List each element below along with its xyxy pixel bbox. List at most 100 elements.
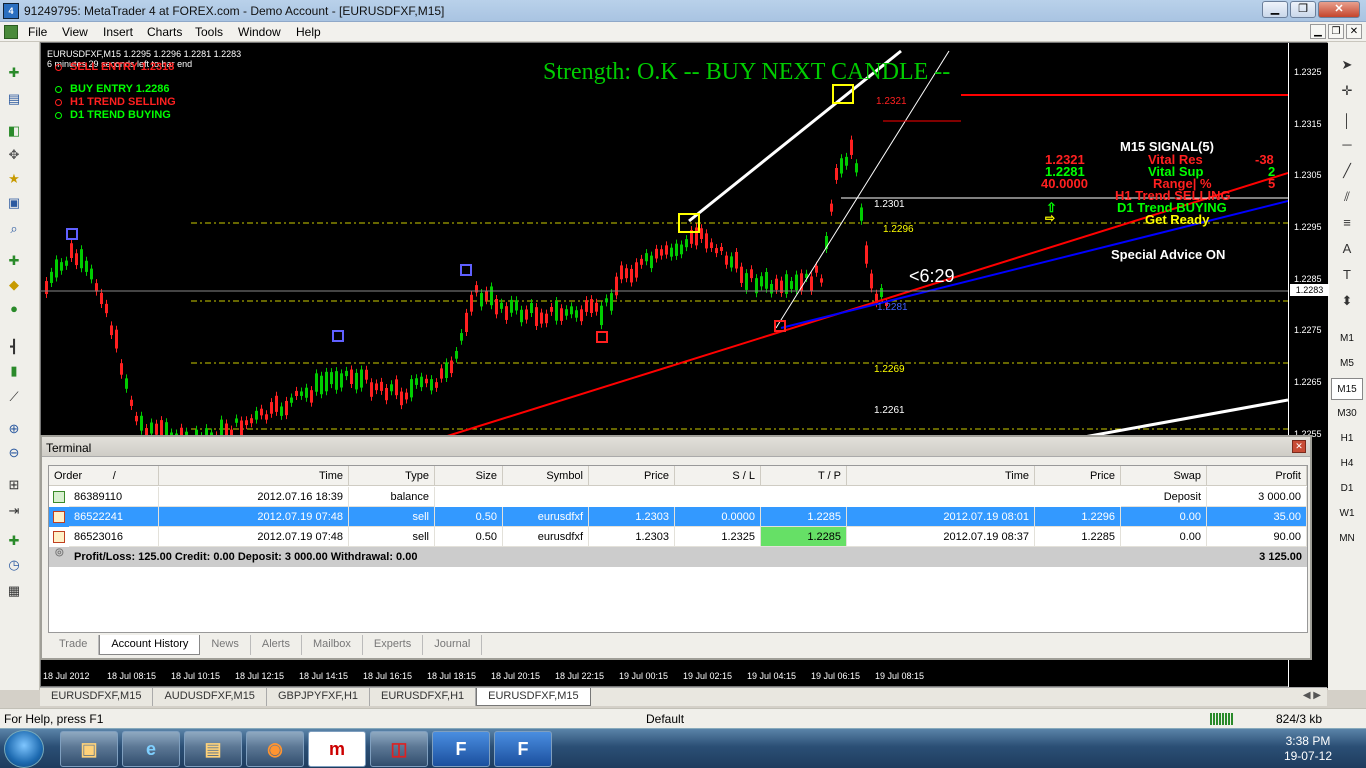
menu-tools[interactable]: Tools xyxy=(195,25,223,39)
tab-news[interactable]: News xyxy=(200,635,251,655)
favorites-icon[interactable]: ★ xyxy=(4,170,24,188)
candle-body xyxy=(745,273,748,290)
column-header-close-price[interactable]: Price xyxy=(1035,466,1121,486)
market-watch-icon[interactable]: ◧ xyxy=(4,122,24,140)
chart-tab[interactable]: EURUSDFXF,H1 xyxy=(370,688,477,706)
new-order-icon[interactable]: ✚ xyxy=(4,252,24,270)
column-header-symbol[interactable]: Symbol xyxy=(503,466,589,486)
tab-scroll-icon[interactable]: ◀ ▶ xyxy=(1297,688,1327,706)
chart-tab[interactable]: AUDUSDFXF,M15 xyxy=(153,688,267,706)
menu-insert[interactable]: Insert xyxy=(103,25,133,39)
column-header-order[interactable]: Order / xyxy=(49,466,159,486)
tab-journal[interactable]: Journal xyxy=(423,635,483,655)
new-chart-icon[interactable]: ✚ xyxy=(4,64,24,82)
timeframe-m1[interactable]: M1 xyxy=(1331,328,1363,350)
profiles-icon[interactable]: ▤ xyxy=(4,90,24,108)
experts-icon[interactable]: ◆ xyxy=(4,276,24,294)
minimize-button[interactable]: ▁ xyxy=(1262,1,1288,18)
table-row[interactable]: 86522241 2012.07.19 07:48 sell 0.50 euru… xyxy=(49,507,1307,527)
column-header-tp[interactable]: T / P xyxy=(761,466,847,486)
periods-icon[interactable]: ◷ xyxy=(4,556,24,574)
strategy-tester-icon[interactable]: ⌕ xyxy=(4,220,24,238)
mdi-restore-button[interactable]: ❐ xyxy=(1328,24,1344,39)
line-chart-icon[interactable]: ⟋ xyxy=(4,388,24,406)
text-tool-icon[interactable]: A xyxy=(1336,240,1358,258)
indicators-icon[interactable]: ✚ xyxy=(4,532,24,550)
horizontal-line-icon[interactable]: ─ xyxy=(1336,136,1358,154)
templates-icon[interactable]: ▦ xyxy=(4,582,24,600)
crosshair-icon[interactable]: ✛ xyxy=(1336,82,1358,100)
tab-mailbox[interactable]: Mailbox xyxy=(302,635,363,655)
mdi-close-button[interactable]: ✕ xyxy=(1346,24,1362,39)
timeframe-h4[interactable]: H4 xyxy=(1331,453,1363,475)
table-row[interactable]: 86389110 2012.07.16 18:39 balance Deposi… xyxy=(49,487,1307,507)
explorer-taskbar-icon[interactable]: ▣ xyxy=(60,731,118,767)
metatrader-app-icon[interactable]: 4 xyxy=(3,3,19,19)
candle-body xyxy=(730,256,733,268)
mdi-minimize-button[interactable]: ▁ xyxy=(1310,24,1326,39)
column-header-price[interactable]: Price xyxy=(589,466,675,486)
terminal-icon[interactable]: ▣ xyxy=(4,194,24,212)
timeframe-m15[interactable]: M15 xyxy=(1331,378,1363,400)
clock[interactable]: 3:38 PM 19-07-12 xyxy=(1284,734,1332,764)
zoom-in-icon[interactable]: ⊕ xyxy=(4,420,24,438)
column-header-time[interactable]: Time xyxy=(159,466,349,486)
cursor-icon[interactable]: ➤ xyxy=(1336,56,1358,74)
column-header-sl[interactable]: S / L xyxy=(675,466,761,486)
folder-taskbar-icon[interactable]: ▤ xyxy=(184,731,242,767)
menu-view[interactable]: View xyxy=(62,25,88,39)
timeframe-h1[interactable]: H1 xyxy=(1331,428,1363,450)
tab-alerts[interactable]: Alerts xyxy=(251,635,302,655)
forex-taskbar-icon[interactable]: F xyxy=(432,731,490,767)
close-button[interactable]: ✕ xyxy=(1318,1,1360,18)
navigator-icon[interactable]: ✥ xyxy=(4,146,24,164)
fibonacci-icon[interactable]: ≡ xyxy=(1336,214,1358,232)
column-header-type[interactable]: Type xyxy=(349,466,435,486)
tab-experts[interactable]: Experts xyxy=(363,635,424,655)
autotrading-icon[interactable]: ● xyxy=(4,300,24,318)
chart-tab[interactable]: EURUSDFXF,M15 xyxy=(40,688,154,706)
maximize-button[interactable]: ❐ xyxy=(1290,1,1316,18)
chart-shift-icon[interactable]: ⇥ xyxy=(4,502,24,520)
blue-trendline[interactable] xyxy=(780,200,1288,329)
terminal-header[interactable]: Terminal ✕ xyxy=(42,437,1310,457)
bar-chart-icon[interactable]: ┫ xyxy=(4,338,24,356)
menu-help[interactable]: Help xyxy=(296,25,321,39)
timeframe-m5[interactable]: M5 xyxy=(1331,353,1363,375)
metatrader-taskbar-icon[interactable]: m xyxy=(308,731,366,767)
timeframe-m30[interactable]: M30 xyxy=(1331,403,1363,425)
menu-file[interactable]: File xyxy=(28,25,47,39)
menu-window[interactable]: Window xyxy=(238,25,281,39)
candle-body xyxy=(535,307,538,326)
ie-taskbar-icon[interactable]: e xyxy=(122,731,180,767)
menu-charts[interactable]: Charts xyxy=(147,25,182,39)
timeframe-mn[interactable]: MN xyxy=(1331,528,1363,550)
column-header-profit[interactable]: Profit xyxy=(1207,466,1307,486)
column-header-size[interactable]: Size xyxy=(435,466,503,486)
tab-account-history[interactable]: Account History xyxy=(99,635,201,655)
chart-tab[interactable]: GBPJPYFXF,H1 xyxy=(267,688,371,706)
vertical-line-icon[interactable]: │ xyxy=(1336,112,1358,130)
candle-body xyxy=(120,363,123,375)
chart-tab-active[interactable]: EURUSDFXF,M15 xyxy=(476,688,591,706)
trendline-icon[interactable]: ╱ xyxy=(1336,162,1358,180)
pdf-taskbar-icon[interactable]: ◫ xyxy=(370,731,428,767)
chart-document-icon[interactable] xyxy=(4,25,18,39)
label-tool-icon[interactable]: T xyxy=(1336,266,1358,284)
column-header-close-time[interactable]: Time xyxy=(847,466,1035,486)
start-button[interactable] xyxy=(4,730,44,768)
tile-windows-icon[interactable]: ⊞ xyxy=(4,476,24,494)
timeframe-w1[interactable]: W1 xyxy=(1331,503,1363,525)
arrows-icon[interactable]: ⬍ xyxy=(1336,292,1358,310)
status-profile[interactable]: Default xyxy=(646,712,684,726)
candlestick-icon[interactable]: ▮ xyxy=(4,362,24,380)
table-row[interactable]: 86523016 2012.07.19 07:48 sell 0.50 euru… xyxy=(49,527,1307,547)
forex-taskbar-icon[interactable]: F xyxy=(494,731,552,767)
timeframe-d1[interactable]: D1 xyxy=(1331,478,1363,500)
terminal-close-icon[interactable]: ✕ xyxy=(1292,440,1306,453)
zoom-out-icon[interactable]: ⊖ xyxy=(4,444,24,462)
tab-trade[interactable]: Trade xyxy=(48,635,100,655)
firefox-taskbar-icon[interactable]: ◉ xyxy=(246,731,304,767)
column-header-swap[interactable]: Swap xyxy=(1121,466,1207,486)
channel-icon[interactable]: ⫽ xyxy=(1336,188,1358,206)
